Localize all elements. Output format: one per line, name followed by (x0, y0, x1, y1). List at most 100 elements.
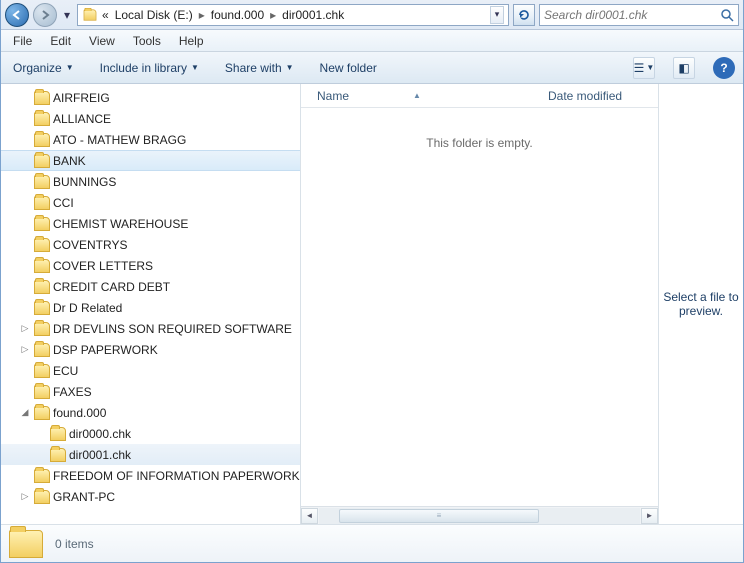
breadcrumb-bar[interactable]: « Local Disk (E:) ▸ found.000 ▸ dir0001.… (77, 4, 509, 26)
breadcrumb-dropdown[interactable]: ▾ (490, 6, 504, 24)
help-button[interactable]: ? (713, 57, 735, 79)
chevron-down-icon: ▼ (66, 63, 74, 72)
tree-item[interactable]: ECU (1, 360, 300, 381)
folder-icon (34, 112, 50, 126)
tree-item[interactable]: BANK (1, 150, 300, 171)
tree-item-label: dir0001.chk (69, 448, 131, 462)
tree-item[interactable]: BUNNINGS (1, 171, 300, 192)
scroll-track[interactable]: ≡ (319, 508, 640, 524)
sort-asc-icon: ▲ (413, 91, 421, 100)
tree-item[interactable]: COVER LETTERS (1, 255, 300, 276)
tree-item-label: AIRFREIG (53, 91, 110, 105)
folder-icon (34, 469, 50, 483)
expand-icon[interactable]: ▷ (19, 491, 31, 502)
folder-icon (34, 385, 50, 399)
tree-item[interactable]: FAXES (1, 381, 300, 402)
share-with-button[interactable]: Share with ▼ (221, 59, 298, 77)
folder-icon (50, 448, 66, 462)
tree-item-label: CREDIT CARD DEBT (53, 280, 170, 294)
tree-item-label: BANK (53, 154, 86, 168)
column-header-name[interactable]: Name ▲ (309, 89, 540, 103)
tree-item[interactable]: AIRFREIG (1, 87, 300, 108)
nav-history-dropdown[interactable]: ▾ (61, 3, 73, 27)
content-pane: Name ▲ Date modified This folder is empt… (301, 84, 658, 524)
breadcrumb-prefix: « (100, 8, 111, 22)
column-header-date[interactable]: Date modified (540, 89, 650, 103)
organize-label: Organize (13, 61, 62, 75)
address-bar-row: ▾ « Local Disk (E:) ▸ found.000 ▸ dir000… (1, 0, 743, 30)
menu-edit[interactable]: Edit (42, 32, 79, 50)
chevron-down-icon: ▼ (191, 63, 199, 72)
chevron-down-icon: ▼ (646, 63, 654, 72)
back-button[interactable] (5, 3, 29, 27)
explorer-window: ▾ « Local Disk (E:) ▸ found.000 ▸ dir000… (0, 0, 744, 563)
breadcrumb-seg-2[interactable]: found.000 (209, 8, 266, 22)
folder-icon (34, 280, 50, 294)
folder-icon (34, 238, 50, 252)
command-bar: Organize ▼ Include in library ▼ Share wi… (1, 52, 743, 84)
menu-tools[interactable]: Tools (125, 32, 169, 50)
preview-pane-toggle[interactable]: ◧ (673, 57, 695, 79)
tree-item[interactable]: ATO - MATHEW BRAGG (1, 129, 300, 150)
tree-item[interactable]: COVENTRYS (1, 234, 300, 255)
chevron-down-icon: ▼ (286, 63, 294, 72)
view-options-button[interactable]: ☰▼ (633, 57, 655, 79)
tree-item[interactable]: ALLIANCE (1, 108, 300, 129)
tree-item[interactable]: ▷ DSP PAPERWORK (1, 339, 300, 360)
scroll-left-button[interactable]: ◄ (301, 508, 318, 524)
chevron-right-icon[interactable]: ▸ (268, 8, 278, 22)
search-icon[interactable] (720, 8, 734, 22)
tree-item[interactable]: FREEDOM OF INFORMATION PAPERWORK (1, 465, 300, 486)
search-input[interactable] (544, 8, 720, 22)
refresh-icon (517, 8, 531, 22)
tree-item[interactable]: ▷DR DEVLINS SON REQUIRED SOFTWARE (1, 318, 300, 339)
tree-item-label: DSP PAPERWORK (53, 343, 158, 357)
navigation-tree[interactable]: AIRFREIG ALLIANCEATO - MATHEW BRAGG BANK BU… (1, 84, 301, 524)
tree-item[interactable]: Dr D Related (1, 297, 300, 318)
folder-icon (34, 154, 50, 168)
folder-icon (34, 406, 50, 420)
status-bar: 0 items (1, 524, 743, 562)
share-label: Share with (225, 61, 282, 75)
scroll-thumb[interactable]: ≡ (339, 509, 539, 523)
tree-item[interactable]: ▷GRANT-PC (1, 486, 300, 507)
include-library-button[interactable]: Include in library ▼ (96, 59, 203, 77)
tree-item[interactable]: CCI (1, 192, 300, 213)
tree-item-label: FREEDOM OF INFORMATION PAPERWORK (53, 469, 300, 483)
expand-icon[interactable]: ▷ (19, 344, 31, 355)
breadcrumb-seg-1[interactable]: Local Disk (E:) (113, 8, 195, 22)
folder-icon (84, 9, 97, 20)
scroll-right-button[interactable]: ► (641, 508, 658, 524)
include-label: Include in library (100, 61, 187, 75)
tree-item[interactable]: CREDIT CARD DEBT (1, 276, 300, 297)
folder-icon (34, 259, 50, 273)
tree-item[interactable]: dir0000.chk (1, 423, 300, 444)
chevron-right-icon[interactable]: ▸ (197, 8, 207, 22)
column-date-label: Date modified (548, 89, 622, 103)
tree-item-label: CHEMIST WAREHOUSE (53, 217, 188, 231)
folder-icon (34, 322, 50, 336)
organize-button[interactable]: Organize ▼ (9, 59, 78, 77)
horizontal-scrollbar[interactable]: ◄ ≡ ► (301, 506, 658, 524)
tree-item-label: COVER LETTERS (53, 259, 153, 273)
new-folder-button[interactable]: New folder (316, 59, 381, 77)
explorer-body: AIRFREIG ALLIANCEATO - MATHEW BRAGG BANK BU… (1, 84, 743, 524)
forward-button[interactable] (33, 3, 57, 27)
tree-item[interactable]: ◢found.000 (1, 402, 300, 423)
folder-icon (50, 427, 66, 441)
folder-icon (34, 364, 50, 378)
refresh-button[interactable] (513, 4, 535, 26)
search-box[interactable] (539, 4, 739, 26)
menu-help[interactable]: Help (171, 32, 212, 50)
folder-icon (34, 490, 50, 504)
tree-item[interactable]: CHEMIST WAREHOUSE (1, 213, 300, 234)
tree-item[interactable]: dir0001.chk (1, 444, 300, 465)
menu-file[interactable]: File (5, 32, 40, 50)
tree-item-label: ECU (53, 364, 78, 378)
breadcrumb-seg-3[interactable]: dir0001.chk (280, 8, 346, 22)
menu-view[interactable]: View (81, 32, 123, 50)
expand-icon[interactable]: ▷ (19, 323, 31, 334)
folder-icon (34, 301, 50, 315)
collapse-icon[interactable]: ◢ (19, 407, 31, 418)
column-name-label: Name (317, 89, 349, 103)
